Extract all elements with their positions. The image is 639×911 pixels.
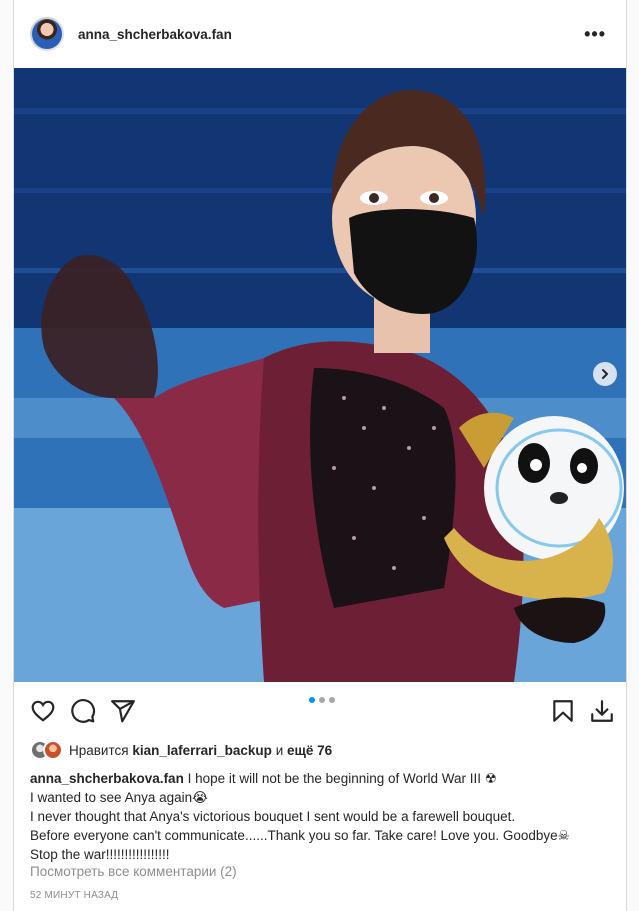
likes-text: Нравится kian_laferrari_backup и ещё 76 <box>69 743 332 758</box>
download-icon[interactable] <box>589 698 615 724</box>
share-icon[interactable] <box>110 698 136 724</box>
caption-line: Stop the war!!!!!!!!!!!!!!!!! <box>30 847 170 862</box>
liker-avatar[interactable] <box>43 740 63 760</box>
likes-joiner: и <box>275 742 284 758</box>
heart-icon[interactable] <box>30 698 56 724</box>
caption-line: I wanted to see Anya again😭 <box>30 790 208 805</box>
profile-avatar[interactable] <box>30 17 64 51</box>
likes-summary: Нравится kian_laferrari_backup и ещё 76 <box>30 738 332 762</box>
post-card: anna_shcherbakova.fan ••• Нравится kian_… <box>13 0 627 911</box>
liker-username[interactable]: kian_laferrari_backup <box>132 743 272 758</box>
carousel-indicator <box>309 697 335 703</box>
caption-line: Before everyone can't communicate......T… <box>30 828 570 843</box>
caption-author[interactable]: anna_shcherbakova.fan <box>30 771 184 786</box>
post-header: anna_shcherbakova.fan ••• <box>14 0 626 68</box>
post-timestamp[interactable]: 52 МИНУТ НАЗАД <box>30 890 118 901</box>
post-actions <box>14 682 626 738</box>
avatar-image <box>32 19 62 49</box>
chevron-right-icon <box>602 369 608 379</box>
carousel-dot <box>309 697 315 703</box>
skater-illustration <box>14 68 626 682</box>
post-photo[interactable] <box>14 68 626 682</box>
likes-more-link[interactable]: ещё 76 <box>287 743 332 758</box>
caption-line: I never thought that Anya's victorious b… <box>30 809 516 824</box>
post-username[interactable]: anna_shcherbakova.fan <box>78 27 232 42</box>
view-all-comments-link[interactable]: Посмотреть все комментарии (2) <box>30 864 237 879</box>
carousel-next-button[interactable] <box>593 362 617 386</box>
carousel-dot <box>319 697 325 703</box>
bookmark-icon[interactable] <box>550 698 576 724</box>
likes-prefix: Нравится <box>69 742 129 758</box>
more-options-icon[interactable]: ••• <box>580 25 610 43</box>
post-caption: anna_shcherbakova.fan I hope it will not… <box>30 769 610 864</box>
carousel-dot <box>329 697 335 703</box>
caption-line: I hope it will not be the beginning of W… <box>187 771 497 786</box>
comment-icon[interactable] <box>70 698 96 724</box>
